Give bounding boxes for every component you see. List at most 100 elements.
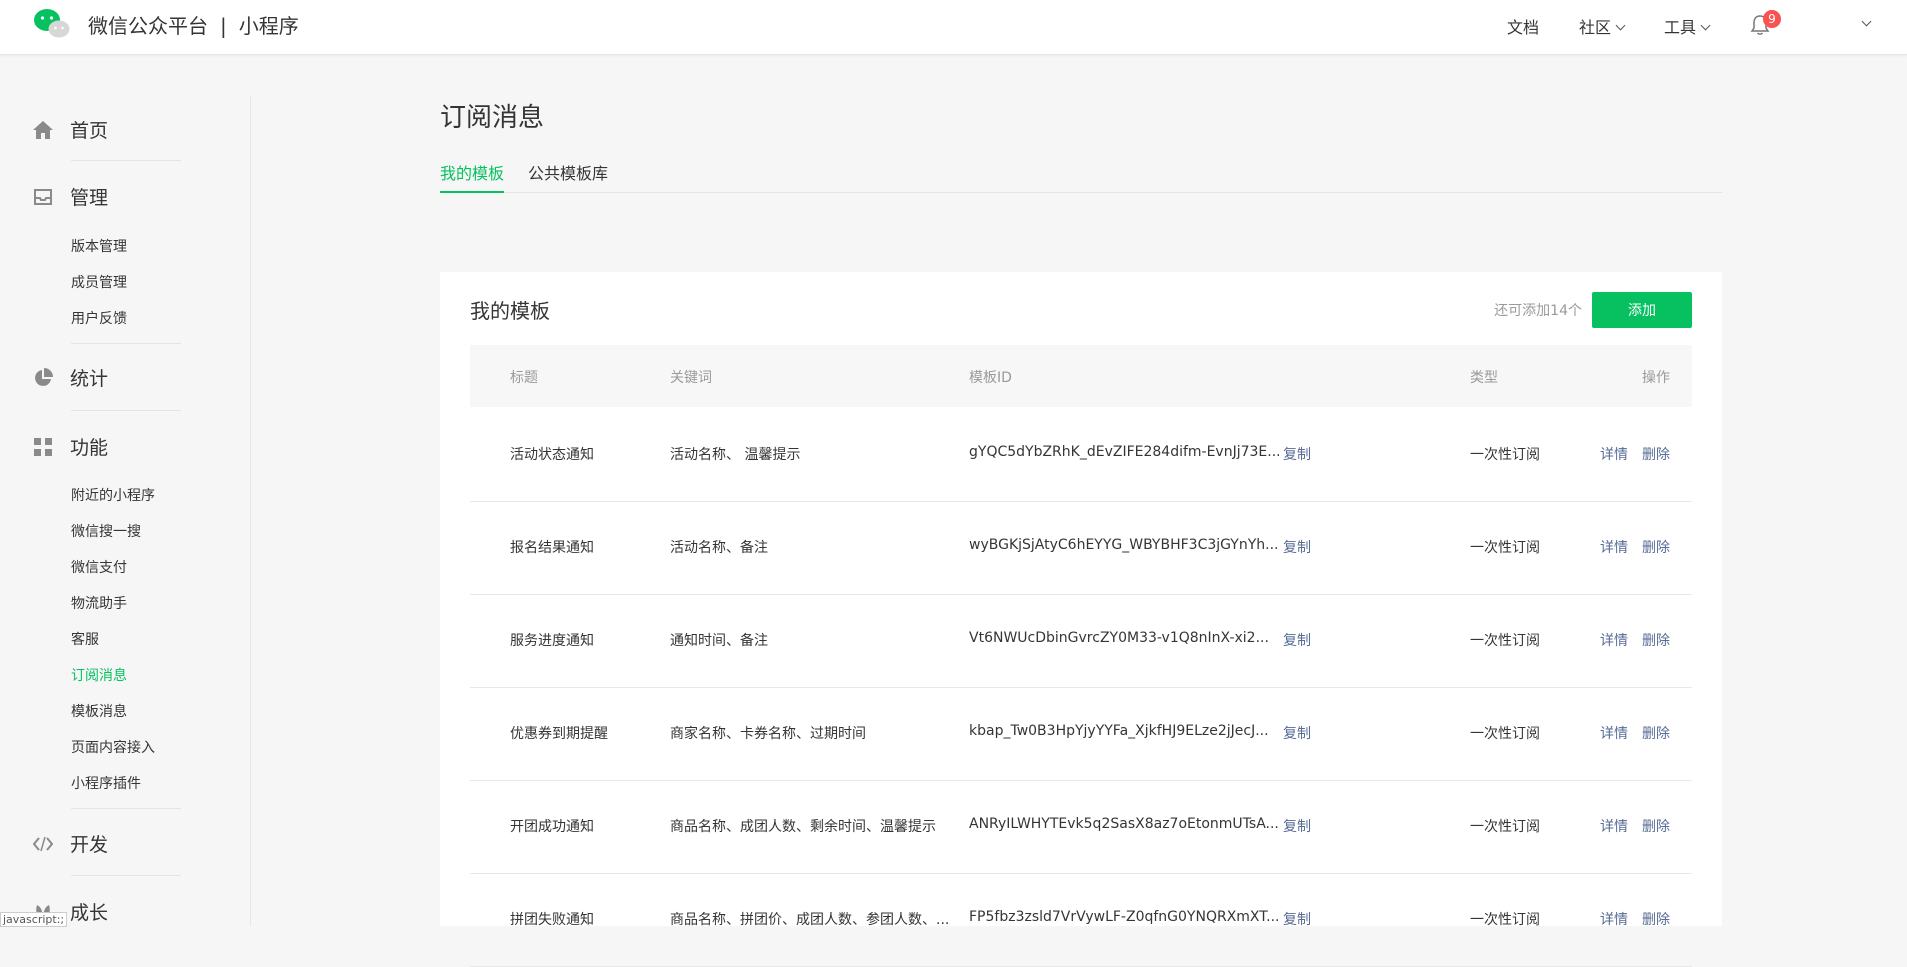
row-template-id: FP5fbz3zsld7VrVywLF-Z0qfnG0YNQRXmXT... [969,909,1279,925]
row-keywords: 活动名称、 温馨提示 [670,447,801,463]
delete-link[interactable]: 删除 [1642,723,1670,743]
delete-link[interactable]: 删除 [1642,444,1670,464]
add-template-button[interactable]: 添加 [1592,292,1692,328]
detail-link[interactable]: 详情 [1600,537,1628,557]
table-row: 拼团失败通知 商品名称、拼团价、成团人数、参团人数、... FP5fbz3zsl… [470,873,1692,967]
table-row: 优惠券到期提醒 商家名称、卡券名称、过期时间 kbap_Tw0B3HpYjyYY… [470,687,1692,781]
table-row: 开团成功通知 商品名称、成团人数、剩余时间、温馨提示 ANRyILWHYTEvk… [470,780,1692,874]
sidebar-section-development[interactable]: 开发 [33,830,108,857]
sidebar-item-page-content-access[interactable]: 页面内容接入 [71,737,155,757]
sidebar-item-version-management[interactable]: 版本管理 [71,236,127,256]
sidebar-section-label: 统计 [70,368,109,390]
status-bar-hint: javascript:; [0,912,68,927]
sidebar-item-member-management[interactable]: 成员管理 [71,272,127,292]
row-type: 一次性订阅 [1470,540,1540,556]
row-keywords: 商品名称、成团人数、剩余时间、温馨提示 [670,819,936,835]
row-title: 拼团失败通知 [510,912,594,928]
sidebar-item-logistics-assistant[interactable]: 物流助手 [71,593,127,613]
copy-link[interactable]: 复制 [1283,909,1311,929]
sidebar-section-manage[interactable]: 管理 [33,183,108,210]
row-keywords: 商品名称、拼团价、成团人数、参团人数、... [670,912,950,928]
table-header: 标题 关键词 模板ID 类型 操作 [470,345,1692,407]
sidebar-item-subscription-messages[interactable]: 订阅消息 [71,665,127,685]
sidebar-divider [71,875,181,876]
inbox-icon [34,188,52,205]
column-header-keywords: 关键词 [670,370,712,386]
sidebar-section-label: 开发 [70,834,109,856]
nav-community[interactable]: 社区 [1579,14,1626,38]
delete-link[interactable]: 删除 [1642,816,1670,836]
column-header-title: 标题 [510,370,538,386]
home-icon [33,120,53,139]
row-type: 一次性订阅 [1470,819,1540,835]
nav-community-label: 社区 [1579,18,1612,37]
detail-link[interactable]: 详情 [1600,909,1628,929]
wechat-logo-icon[interactable] [33,8,71,40]
sidebar-section-statistics[interactable]: 统计 [33,364,108,391]
copy-link[interactable]: 复制 [1283,537,1311,557]
sidebar-item-wechat-search[interactable]: 微信搜一搜 [71,521,141,541]
copy-link[interactable]: 复制 [1283,723,1311,743]
chevron-down-icon [1615,20,1626,31]
row-type: 一次性订阅 [1470,912,1540,928]
my-templates-card: 我的模板 还可添加14个 添加 标题 关键词 模板ID 类型 操作 活动状态通知… [440,272,1722,967]
detail-link[interactable]: 详情 [1600,630,1628,650]
table-row: 报名结果通知 活动名称、备注 wyBGKjSjAtyC6hEYYG_WBYBHF… [470,501,1692,595]
column-header-actions: 操作 [1642,370,1670,386]
sidebar-section-label: 功能 [70,437,109,459]
card-title: 我的模板 [470,299,550,323]
brand-name: 微信公众平台 [88,14,208,38]
sidebar-item-nearby-miniprogram[interactable]: 附近的小程序 [71,485,155,505]
delete-link[interactable]: 删除 [1642,537,1670,557]
sidebar-item-template-messages[interactable]: 模板消息 [71,701,127,721]
copy-link[interactable]: 复制 [1283,630,1311,650]
remaining-count: 还可添加14个 [1494,303,1582,319]
sidebar-item-miniprogram-plugins[interactable]: 小程序插件 [71,773,141,793]
detail-link[interactable]: 详情 [1600,444,1628,464]
copy-link[interactable]: 复制 [1283,444,1311,464]
row-keywords: 通知时间、备注 [670,633,768,649]
sidebar-section-label: 首页 [70,120,109,142]
pie-chart-icon [35,367,53,386]
row-title: 服务进度通知 [510,633,594,649]
nav-tools[interactable]: 工具 [1664,14,1711,38]
row-template-id: kbap_Tw0B3HpYjyYYFa_XjkfHJ9ELze2jJecJ... [969,723,1269,739]
row-title: 优惠券到期提醒 [510,726,608,742]
platform-title[interactable]: 微信公众平台 | 小程序 [88,10,299,39]
nav-tools-label: 工具 [1664,18,1697,37]
sidebar-item-user-feedback[interactable]: 用户反馈 [71,308,127,328]
nav-docs[interactable]: 文档 [1507,14,1539,38]
column-header-template-id: 模板ID [969,370,1012,386]
detail-link[interactable]: 详情 [1600,723,1628,743]
grid-icon [34,437,52,456]
row-template-id: gYQC5dYbZRhK_dEvZIFE284difm-EvnJj73E... [969,444,1279,460]
tab-public-template-library[interactable]: 公共模板库 [528,160,608,191]
sidebar-divider [71,410,181,411]
row-template-id: wyBGKjSjAtyC6hEYYG_WBYBHF3C3jGYnYh... [969,537,1279,553]
title-separator: | [220,14,227,38]
sidebar-section-features[interactable]: 功能 [33,433,108,460]
chevron-down-icon [1700,20,1711,31]
table-row: 活动状态通知 活动名称、 温馨提示 gYQC5dYbZRhK_dEvZIFE28… [470,408,1692,502]
table-row: 服务进度通知 通知时间、备注 Vt6NWUcDbinGvrcZY0M33-v1Q… [470,594,1692,688]
row-type: 一次性订阅 [1470,633,1540,649]
sidebar-divider [71,808,181,809]
copy-link[interactable]: 复制 [1283,816,1311,836]
row-template-id: Vt6NWUcDbinGvrcZY0M33-v1Q8nInX-xi2... [969,630,1269,646]
top-bar: 微信公众平台 | 小程序 文档 社区 工具 9 [0,0,1907,55]
sidebar-item-customer-service[interactable]: 客服 [71,629,99,649]
code-icon [33,836,53,851]
row-title: 活动状态通知 [510,447,594,463]
sidebar-divider [71,343,181,344]
row-title: 报名结果通知 [510,540,594,556]
account-menu-chevron-icon[interactable] [1861,16,1872,27]
delete-link[interactable]: 删除 [1642,909,1670,929]
delete-link[interactable]: 删除 [1642,630,1670,650]
tab-my-templates[interactable]: 我的模板 [440,160,505,193]
row-template-id: ANRyILWHYTEvk5q2SasX8az7oEtonmUTsA... [969,816,1279,832]
row-title: 开团成功通知 [510,819,594,835]
sidebar-item-wechat-pay[interactable]: 微信支付 [71,557,127,577]
row-type: 一次性订阅 [1470,726,1540,742]
detail-link[interactable]: 详情 [1600,816,1628,836]
sidebar-section-home[interactable]: 首页 [33,116,108,143]
